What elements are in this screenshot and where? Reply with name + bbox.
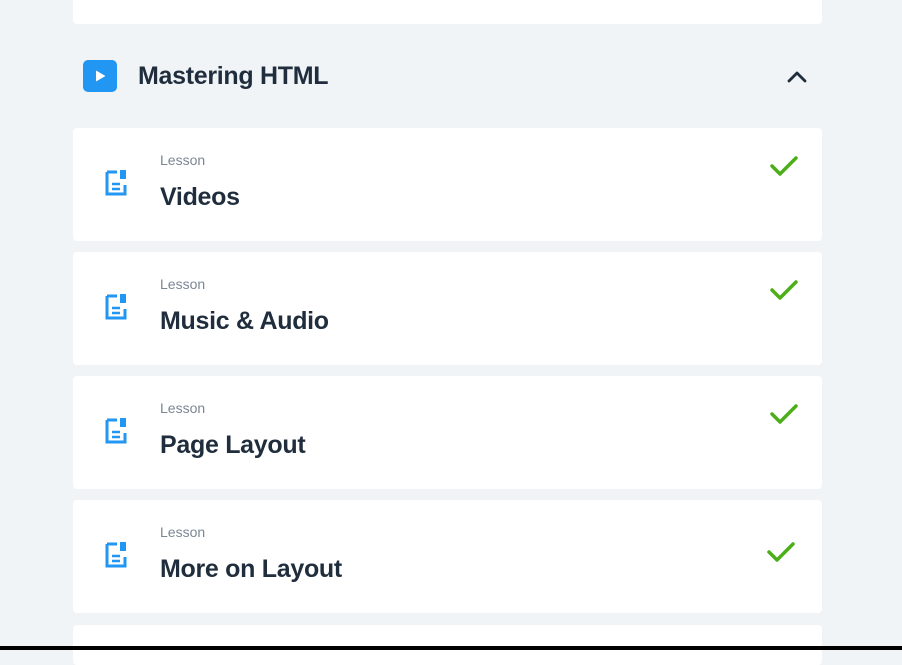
lesson-type-label: Lesson xyxy=(160,152,206,168)
section-title: Mastering HTML xyxy=(138,61,329,90)
checkmark-icon xyxy=(770,280,798,300)
next-lesson-card[interactable] xyxy=(73,625,822,665)
play-icon xyxy=(83,60,117,92)
lesson-title: Videos xyxy=(160,183,240,211)
checkmark-icon xyxy=(770,156,798,176)
document-icon xyxy=(105,418,127,444)
checkmark-icon xyxy=(770,404,798,424)
lesson-type-label: Lesson xyxy=(160,400,206,416)
lesson-title: Page Layout xyxy=(160,431,306,459)
lesson-title: Music & Audio xyxy=(160,307,329,335)
chevron-up-icon[interactable] xyxy=(785,66,809,86)
checkmark-icon xyxy=(767,542,795,562)
lesson-item-music-audio[interactable]: Lesson Music & Audio xyxy=(73,252,822,365)
lesson-item-videos[interactable]: Lesson Videos xyxy=(73,128,822,241)
lesson-type-label: Lesson xyxy=(160,524,206,540)
screen-edge xyxy=(0,646,902,650)
lesson-item-page-layout[interactable]: Lesson Page Layout xyxy=(73,376,822,489)
document-icon xyxy=(105,170,127,196)
lesson-title: More on Layout xyxy=(160,555,342,583)
lesson-item-more-on-layout[interactable]: Lesson More on Layout xyxy=(73,500,822,613)
section-header-mastering-html[interactable]: Mastering HTML xyxy=(83,58,813,94)
document-icon xyxy=(105,542,127,568)
document-icon xyxy=(105,294,127,320)
lesson-type-label: Lesson xyxy=(160,276,206,292)
previous-lesson-card[interactable] xyxy=(73,0,822,24)
